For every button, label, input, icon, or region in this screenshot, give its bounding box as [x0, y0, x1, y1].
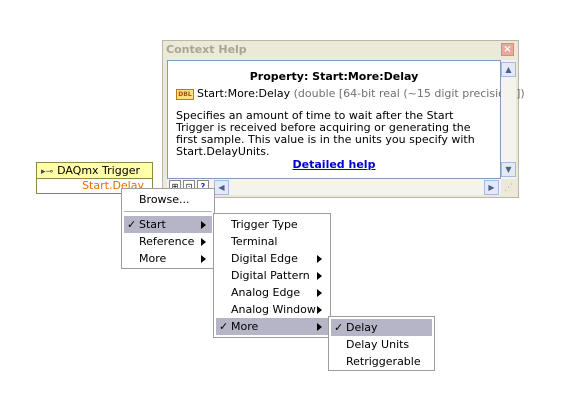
menu-item-label: Digital Edge	[231, 252, 298, 265]
submenu-arrow-icon	[317, 306, 322, 314]
check-icon: ✓	[219, 320, 229, 333]
submenu-arrow-icon	[317, 323, 322, 331]
menu-item-analog-window[interactable]: Analog Window	[216, 301, 328, 318]
context-help-titlebar[interactable]: Context Help ×	[163, 41, 518, 59]
menu-item-trigger-type[interactable]: Trigger Type	[216, 216, 328, 233]
menu-item-delay[interactable]: ✓ Delay	[331, 319, 432, 336]
scroll-left-icon[interactable]: ◀	[214, 180, 229, 195]
menu-item-browse[interactable]: Browse...	[124, 191, 212, 208]
context-help-title: Context Help	[166, 43, 247, 56]
detailed-help-link[interactable]: Detailed help	[168, 158, 500, 171]
node-header[interactable]: ▸⊸ DAQmx Trigger	[36, 162, 153, 179]
menu-item-reference[interactable]: Reference	[124, 233, 212, 250]
menu-item-digital-edge[interactable]: Digital Edge	[216, 250, 328, 267]
menu-item-label: Retriggerable	[346, 355, 421, 368]
menu-item-digital-pattern[interactable]: Digital Pattern	[216, 267, 328, 284]
menu-item-analog-edge[interactable]: Analog Edge	[216, 284, 328, 301]
menu-separator	[124, 211, 212, 212]
menu-item-retriggerable[interactable]: Retriggerable	[331, 353, 432, 370]
scroll-up-icon[interactable]: ▲	[501, 62, 516, 77]
reference-icon: ▸⊸	[41, 167, 54, 177]
submenu-arrow-icon	[317, 289, 322, 297]
menu-item-terminal[interactable]: Terminal	[216, 233, 328, 250]
property-menu: Browse... ✓ Start Reference More	[121, 188, 215, 269]
menu-item-label: Reference	[139, 235, 195, 248]
menu-item-label: Terminal	[231, 235, 278, 248]
scroll-right-icon[interactable]: ▶	[484, 180, 499, 195]
menu-item-delay-units[interactable]: Delay Units	[331, 336, 432, 353]
menu-item-start[interactable]: ✓ Start	[124, 216, 212, 233]
start-submenu: Trigger Type Terminal Digital Edge Digit…	[213, 213, 331, 338]
scroll-down-icon[interactable]: ▼	[501, 162, 516, 177]
property-description: Specifies an amount of time to wait afte…	[176, 109, 475, 158]
submenu-arrow-icon	[201, 221, 206, 229]
menu-item-label: More	[139, 252, 167, 265]
dbl-type-icon: DBL	[176, 89, 194, 100]
submenu-arrow-icon	[201, 238, 206, 246]
menu-item-label: Digital Pattern	[231, 269, 310, 282]
vertical-scrollbar[interactable]: ▲ ▼	[501, 60, 516, 179]
signature-name: Start:More:Delay	[197, 87, 291, 100]
node-title: DAQmx Trigger	[57, 164, 140, 177]
check-icon: ✓	[127, 218, 137, 231]
more-submenu: ✓ Delay Delay Units Retriggerable	[328, 316, 435, 371]
property-heading: Property: Start:More:Delay	[249, 70, 419, 83]
menu-item-label: Start	[139, 218, 166, 231]
context-help-content: Property: Start:More:Delay DBL Start:More…	[167, 60, 525, 179]
menu-item-label: Trigger Type	[231, 218, 298, 231]
signature-type: (double [64-bit real (~15 digit precisio…	[293, 87, 525, 100]
context-help-bottom-bar: ⊞ ⊡ ? ◀ ▶	[167, 179, 501, 195]
menu-item-label: Analog Edge	[231, 286, 301, 299]
menu-item-label: Browse...	[139, 193, 190, 206]
menu-item-label: More	[231, 320, 259, 333]
check-icon: ✓	[334, 321, 344, 334]
menu-item-label: Delay	[346, 321, 378, 334]
resize-grip-icon[interactable]: ⋰	[504, 183, 516, 195]
context-help-window: Context Help × Property: Start:More:Dela…	[162, 40, 525, 198]
submenu-arrow-icon	[317, 255, 322, 263]
close-icon[interactable]: ×	[501, 43, 514, 56]
menu-item-label: Delay Units	[346, 338, 410, 351]
menu-item-more[interactable]: More	[124, 250, 212, 267]
submenu-arrow-icon	[201, 255, 206, 263]
menu-item-label: Analog Window	[231, 303, 316, 316]
submenu-arrow-icon	[317, 272, 322, 280]
property-signature: DBL Start:More:Delay (double [64-bit real…	[176, 87, 525, 100]
menu-item-more[interactable]: ✓ More	[216, 318, 328, 335]
